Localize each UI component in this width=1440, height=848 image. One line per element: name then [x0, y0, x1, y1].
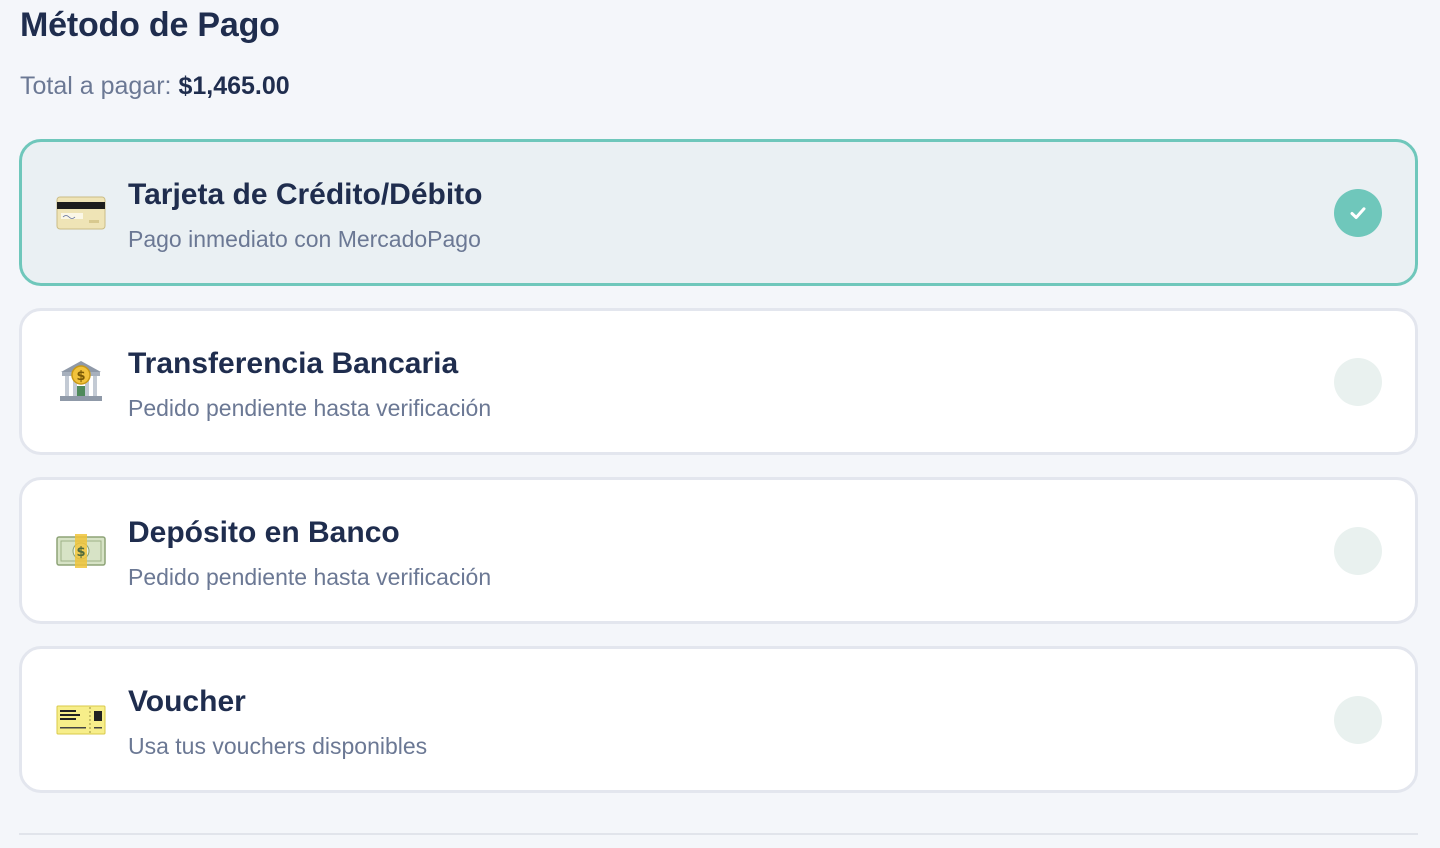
bank-icon: $ — [56, 359, 106, 405]
credit-card-icon — [56, 190, 106, 236]
total-to-pay: Total a pagar: $1,465.00 — [20, 72, 290, 101]
selected-radio[interactable] — [1334, 188, 1382, 237]
svg-text:$: $ — [76, 545, 85, 560]
total-amount: $1,465.00 — [178, 72, 290, 100]
checkmark-icon — [1350, 206, 1366, 219]
section-divider — [19, 833, 1418, 835]
payment-options-list: Tarjeta de Crédito/Débito Pago inmediato… — [19, 139, 1418, 815]
total-label: Total a pagar: — [20, 72, 172, 100]
payment-option-description: Pedido pendiente hasta verificación — [128, 395, 492, 421]
payment-option-title: Tarjeta de Crédito/Débito — [128, 178, 483, 211]
unselected-radio[interactable] — [1334, 357, 1382, 406]
payment-option-title: Depósito en Banco — [128, 516, 400, 549]
payment-option-description: Usa tus vouchers disponibles — [128, 733, 428, 759]
payment-option-title: Transferencia Bancaria — [128, 347, 459, 380]
payment-option-bank-deposit[interactable]: $ $ Depósito en Banco Pedido pendiente h… — [19, 477, 1418, 624]
ticket-icon — [56, 697, 106, 743]
unselected-radio[interactable] — [1334, 695, 1382, 744]
payment-option-bank-transfer[interactable]: $ Transferencia Bancaria Pedido pendient… — [19, 308, 1418, 455]
page-title: Método de Pago — [20, 6, 280, 44]
payment-option-card[interactable]: Tarjeta de Crédito/Débito Pago inmediato… — [19, 139, 1418, 286]
unselected-radio[interactable] — [1334, 526, 1382, 575]
svg-text:$: $ — [76, 369, 85, 384]
payment-option-voucher[interactable]: Voucher Usa tus vouchers disponibles — [19, 646, 1418, 793]
payment-option-title: Voucher — [128, 685, 246, 718]
payment-option-description: Pedido pendiente hasta verificación — [128, 564, 492, 590]
payment-option-description: Pago inmediato con MercadoPago — [128, 226, 481, 252]
banknote-icon: $ $ — [56, 528, 106, 574]
payment-method-page: Método de Pago Total a pagar: $1,465.00 … — [0, 0, 1440, 848]
